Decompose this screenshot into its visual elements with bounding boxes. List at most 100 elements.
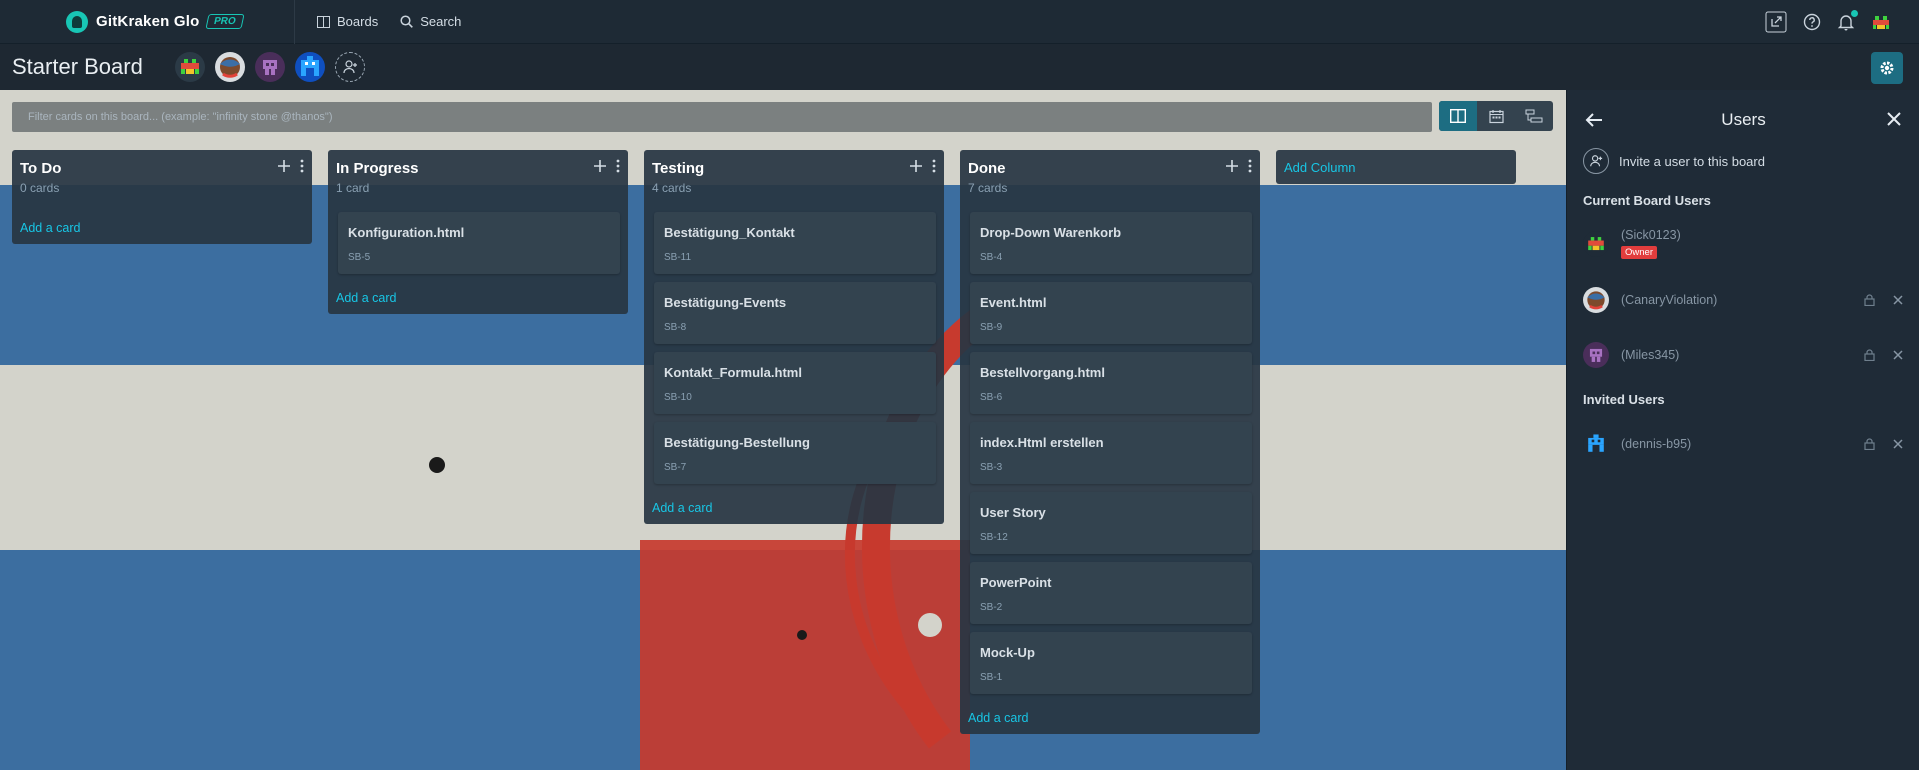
column-to-do: To Do 0 cards Add a card <box>12 150 312 244</box>
column-title[interactable]: To Do <box>20 160 304 177</box>
column-menu-icon[interactable] <box>616 159 620 173</box>
filter-bar <box>12 102 1432 132</box>
calendar-view-toggle[interactable] <box>1477 101 1515 131</box>
invite-user-label: Invite a user to this board <box>1619 153 1765 169</box>
external-link-icon[interactable] <box>1765 11 1787 33</box>
add-member-icon[interactable] <box>335 52 365 82</box>
member-avatar-canaryviolation[interactable] <box>215 52 245 82</box>
add-card-plus-icon[interactable] <box>1226 160 1238 172</box>
board-title[interactable]: Starter Board <box>0 54 175 80</box>
notifications-bell-icon[interactable] <box>1837 9 1858 31</box>
card-title: Kontakt_Formula.html <box>664 365 802 380</box>
user-avatar-icon[interactable] <box>1871 11 1891 32</box>
add-card-link[interactable]: Add a card <box>336 291 396 305</box>
close-icon[interactable] <box>1887 112 1901 126</box>
remove-user-icon[interactable] <box>1893 350 1903 360</box>
users-panel: Users Invite a user to this board Curren… <box>1566 90 1919 770</box>
card[interactable]: Drop-Down Warenkorb SB-4 <box>970 212 1252 274</box>
card-title: Mock-Up <box>980 645 1035 660</box>
add-column-button[interactable]: Add Column <box>1276 150 1516 184</box>
lock-icon[interactable] <box>1864 294 1875 306</box>
user-avatar <box>1583 342 1609 368</box>
card-id: SB-6 <box>980 392 1003 403</box>
user-avatar <box>1583 231 1609 257</box>
add-card-plus-icon[interactable] <box>910 160 922 172</box>
card-id: SB-10 <box>664 392 692 403</box>
column-title[interactable]: Done <box>968 160 1252 177</box>
card[interactable]: Bestätigung_Kontakt SB-11 <box>654 212 936 274</box>
card[interactable]: index.Html erstellen SB-3 <box>970 422 1252 484</box>
search-icon <box>400 15 414 28</box>
column-menu-icon[interactable] <box>932 159 936 173</box>
column-title[interactable]: Testing <box>652 160 936 177</box>
invite-user-icon <box>1583 148 1609 174</box>
gitkraken-logo-icon <box>66 10 88 33</box>
add-card-plus-icon[interactable] <box>594 160 606 172</box>
card-id: SB-7 <box>664 462 687 473</box>
remove-user-icon[interactable] <box>1893 295 1903 305</box>
member-avatar-miles345[interactable] <box>255 52 285 82</box>
filter-input[interactable] <box>12 102 1432 132</box>
column-menu-icon[interactable] <box>1248 159 1252 173</box>
card-id: SB-1 <box>980 672 1003 683</box>
board-settings-button[interactable] <box>1871 52 1903 84</box>
boards-label: Boards <box>337 14 379 29</box>
card-id: SB-5 <box>348 252 371 263</box>
add-card-link[interactable]: Add a card <box>968 711 1028 725</box>
column-menu-icon[interactable] <box>300 159 304 173</box>
user-avatar <box>1583 287 1609 313</box>
columns-icon <box>1450 109 1466 123</box>
card[interactable]: Bestätigung-Bestellung SB-7 <box>654 422 936 484</box>
card[interactable]: Konfiguration.html SB-5 <box>338 212 620 274</box>
current-users-heading: Current Board Users <box>1583 193 1711 208</box>
lock-icon[interactable] <box>1864 438 1875 450</box>
card[interactable]: Bestätigung-Events SB-8 <box>654 282 936 344</box>
card-id: SB-12 <box>980 532 1008 543</box>
card[interactable]: PowerPoint SB-2 <box>970 562 1252 624</box>
card[interactable]: Kontakt_Formula.html SB-10 <box>654 352 936 414</box>
card-id: SB-4 <box>980 252 1003 263</box>
column-testing: Testing 4 cards Bestätigung_Kontakt SB-1… <box>644 150 944 524</box>
invite-user-button[interactable]: Invite a user to this board <box>1583 148 1765 174</box>
add-card-plus-icon[interactable] <box>278 160 290 172</box>
remove-user-icon[interactable] <box>1893 439 1903 449</box>
user-name: (dennis-b95) <box>1621 437 1692 451</box>
column-in-progress: In Progress 1 card Konfiguration.html SB… <box>328 150 628 314</box>
user-name: (Sick0123) <box>1621 228 1681 242</box>
help-icon[interactable] <box>1803 13 1821 31</box>
card-title: Bestätigung-Bestellung <box>664 435 810 450</box>
column-title[interactable]: In Progress <box>336 160 620 177</box>
card-id: SB-3 <box>980 462 1003 473</box>
timeline-view-toggle[interactable] <box>1515 101 1553 131</box>
search-link[interactable]: Search <box>400 14 461 29</box>
card-id: SB-2 <box>980 602 1003 613</box>
board-view-toggle[interactable] <box>1439 101 1477 131</box>
brand[interactable]: GitKraken Glo PRO <box>0 0 295 44</box>
card[interactable]: Bestellvorgang.html SB-6 <box>970 352 1252 414</box>
lock-icon[interactable] <box>1864 349 1875 361</box>
card[interactable]: User Story SB-12 <box>970 492 1252 554</box>
card-title: Drop-Down Warenkorb <box>980 225 1122 240</box>
user-row-dennis-b95: (dennis-b95) <box>1583 426 1903 462</box>
card-title: Bestätigung-Events <box>664 295 787 310</box>
user-row-canaryviolation: (CanaryViolation) <box>1583 282 1903 318</box>
card-title: PowerPoint <box>980 575 1052 590</box>
card-title: Bestellvorgang.html <box>980 365 1105 380</box>
brand-name: GitKraken Glo <box>96 13 200 30</box>
card[interactable]: Event.html SB-9 <box>970 282 1252 344</box>
invited-users-heading: Invited Users <box>1583 392 1665 407</box>
add-card-link[interactable]: Add a card <box>652 501 712 515</box>
board-members <box>175 52 365 82</box>
column-card-count: 7 cards <box>968 181 1008 195</box>
search-label: Search <box>420 14 462 29</box>
card[interactable]: Mock-Up SB-1 <box>970 632 1252 694</box>
user-avatar <box>1583 431 1609 457</box>
board-header: Starter Board <box>0 44 1919 90</box>
add-card-link[interactable]: Add a card <box>20 221 80 235</box>
member-avatar-dennis-b95[interactable] <box>295 52 325 82</box>
user-row-sick0123: (Sick0123) Owner <box>1583 226 1903 262</box>
card-id: SB-11 <box>664 252 692 263</box>
member-avatar-sick0123[interactable] <box>175 52 205 82</box>
gear-icon <box>1879 60 1895 76</box>
boards-link[interactable]: Boards <box>317 14 378 29</box>
